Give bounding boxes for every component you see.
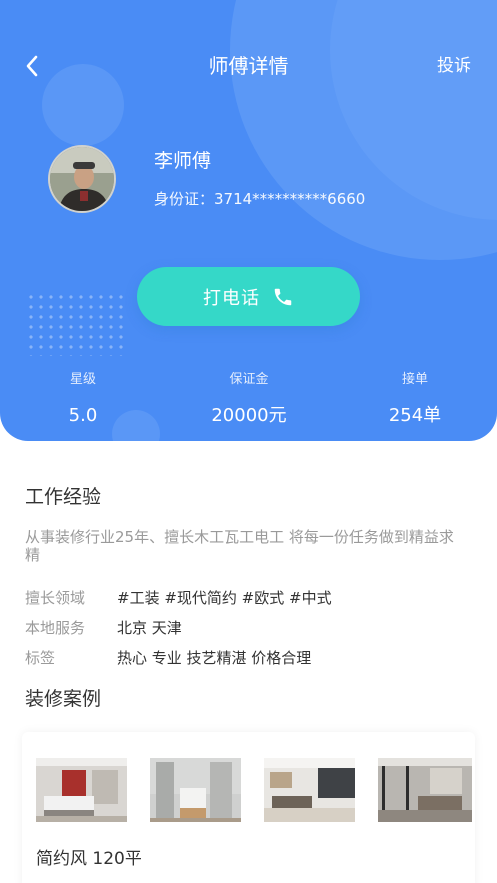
info-row-value: 热心 专业 技艺精湛 价格合理 [117,649,312,667]
stat-label: 接单 [401,372,428,387]
experience-title: 工作经验 [25,486,102,508]
avatar-photo [50,147,114,211]
case-photo[interactable] [264,758,355,822]
stat-label: 星级 [69,372,96,387]
stat-value: 5.0 [68,405,98,426]
decorative-dots [26,292,126,356]
stat-orders: 接单 254单 [345,370,485,430]
info-row-label: 标签 [25,649,56,667]
stat-label: 保证金 [229,372,269,387]
case-photo[interactable] [378,758,472,822]
stat-value: 20000元 [211,405,287,426]
id-card-number: 身份证：3714**********6660 [154,190,366,208]
stat-deposit: 保证金 20000元 [179,370,319,430]
info-row-label: 本地服务 [25,619,86,637]
case-name: 简约风 120平 [36,849,142,869]
call-button[interactable]: 打电话 [137,267,360,326]
cases-title: 装修案例 [25,688,102,710]
info-row-tags: 标签 热心 专业 技艺精湛 价格合理 [25,647,311,669]
info-row-specialty: 擅长领域 #工装 #现代简约 #欧式 #中式 [25,587,332,609]
call-button-label: 打电话 [203,287,260,309]
avatar [48,145,116,213]
profile-header: 师傅详情 投诉 李师傅 身份证：3714**********6660 打电话 星… [0,0,497,441]
info-row-value: 北京 天津 [117,619,182,637]
info-row-service-area: 本地服务 北京 天津 [25,617,182,639]
complain-button[interactable]: 投诉 [437,53,471,79]
case-photo[interactable] [36,758,127,822]
stat-rating: 星级 5.0 [13,370,153,430]
page-title: 师傅详情 [208,54,289,78]
info-row-label: 擅长领域 [25,589,86,607]
master-name: 李师傅 [154,150,212,172]
info-row-value: #工装 #现代简约 #欧式 #中式 [117,589,332,607]
stat-value: 254单 [388,405,442,426]
experience-intro: 从事装修行业25年、擅长木工瓦工电工 将每一份任务做到精益求精 [25,528,454,564]
phone-icon [272,286,294,308]
case-photo[interactable] [150,758,241,822]
